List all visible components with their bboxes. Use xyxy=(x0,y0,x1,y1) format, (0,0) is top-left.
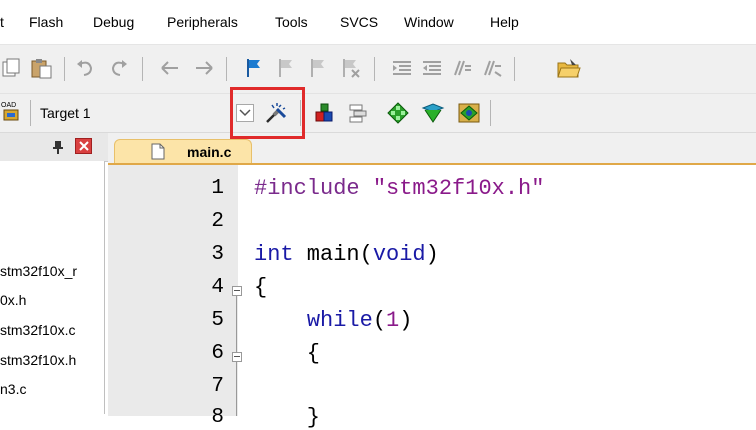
toolbar-separator xyxy=(374,57,375,81)
file-icon xyxy=(151,143,165,165)
software-packs-icon[interactable] xyxy=(456,101,482,125)
build-toolbar: OAD Target 1 xyxy=(0,94,756,133)
line-number: 6 xyxy=(211,342,224,365)
line-number-gutter: 1 2 3 4 5 6 7 8 xyxy=(108,165,238,429)
line-number: 2 xyxy=(211,210,224,233)
indent-icon[interactable] xyxy=(390,57,414,79)
code-line: int main(void) xyxy=(254,242,439,267)
code-line: #include "stm32f10x.h" xyxy=(254,176,544,201)
menu-window[interactable]: Window xyxy=(404,14,454,30)
code-line: } xyxy=(254,405,320,430)
fold-line xyxy=(236,296,237,352)
bookmark-prev-icon[interactable] xyxy=(274,57,298,79)
code-line: { xyxy=(254,341,320,366)
svg-text:OAD: OAD xyxy=(1,102,16,109)
menu-flash[interactable]: Flash xyxy=(29,14,63,30)
redo-icon[interactable] xyxy=(106,57,130,79)
annotation-highlight-box xyxy=(230,87,305,139)
unindent-icon[interactable] xyxy=(420,57,444,79)
number-token: 1 xyxy=(386,308,400,333)
manage-run-time-environment-icon[interactable] xyxy=(386,101,410,125)
line-number: 7 xyxy=(211,375,224,398)
bookmark-clear-icon[interactable] xyxy=(338,57,362,79)
paste-icon[interactable] xyxy=(28,57,54,79)
preprocessor-token: #include xyxy=(254,176,373,201)
manage-project-items-icon[interactable] xyxy=(312,101,336,125)
toolbar-separator xyxy=(514,57,515,81)
fold-line xyxy=(236,362,237,416)
tab-main-c[interactable]: main.c xyxy=(114,139,252,164)
keyword-token: int xyxy=(254,242,294,267)
project-panel-header xyxy=(0,133,108,162)
code-text: main( xyxy=(293,242,373,267)
tree-item-file[interactable]: 0x.h xyxy=(0,292,26,308)
code-editor[interactable]: 1 2 3 4 5 6 7 8 #include "stm32f10x.h" i… xyxy=(108,163,756,430)
menu-bar: t Flash Debug Peripherals Tools SVCS Win… xyxy=(0,0,756,45)
fold-toggle[interactable] xyxy=(232,352,242,362)
nav-forward-icon[interactable] xyxy=(192,57,216,79)
code-text: ) xyxy=(399,308,413,333)
toolbar-separator xyxy=(490,100,491,126)
pin-icon[interactable] xyxy=(51,139,65,155)
menu-help[interactable]: Help xyxy=(490,14,519,30)
line-number: 5 xyxy=(211,309,224,332)
download-icon[interactable]: OAD xyxy=(0,98,22,124)
menu-debug[interactable]: Debug xyxy=(93,14,134,30)
select-packs-icon[interactable] xyxy=(346,101,370,125)
open-folder-icon[interactable] xyxy=(556,57,582,79)
string-token: "stm32f10x.h" xyxy=(372,176,545,201)
code-text: } xyxy=(254,405,321,430)
tab-label: main.c xyxy=(187,144,232,160)
copy-icon[interactable] xyxy=(0,57,22,79)
project-tree-panel: stm32f10x_r 0x.h stm32f10x.c stm32f10x.h… xyxy=(0,161,105,414)
code-line: while(1) xyxy=(254,308,413,333)
line-number: 3 xyxy=(211,243,224,266)
code-line: { xyxy=(254,275,267,300)
edit-toolbar xyxy=(0,45,756,94)
menu-tools[interactable]: Tools xyxy=(275,14,308,30)
code-text: { xyxy=(254,275,268,300)
line-number: 4 xyxy=(211,276,224,299)
menu-svcs[interactable]: SVCS xyxy=(340,14,378,30)
menu-project[interactable]: t xyxy=(0,14,4,30)
close-icon[interactable] xyxy=(75,138,92,154)
editor-tab-strip: main.c xyxy=(108,133,756,164)
code-text: ) xyxy=(425,242,439,267)
toolbar-separator xyxy=(226,57,227,81)
tree-item-file[interactable]: stm32f10x_r xyxy=(0,263,77,279)
toolbar-separator xyxy=(64,57,65,81)
comment-icon[interactable] xyxy=(450,57,474,79)
uncomment-icon[interactable] xyxy=(480,57,504,79)
target-label[interactable]: Target 1 xyxy=(40,105,91,121)
code-text: { xyxy=(254,341,321,366)
tree-item-file[interactable]: n3.c xyxy=(0,381,26,397)
line-number: 1 xyxy=(211,177,224,200)
undo-icon[interactable] xyxy=(74,57,98,79)
keyword-token: while xyxy=(306,308,373,333)
bookmark-insert-icon[interactable] xyxy=(242,57,266,79)
toolbar-separator xyxy=(30,100,31,126)
keyword-token: void xyxy=(372,242,426,267)
pack-installer-icon[interactable] xyxy=(420,101,446,125)
code-text: ( xyxy=(372,308,387,333)
fold-toggle[interactable] xyxy=(232,286,242,296)
tree-item-file[interactable]: stm32f10x.h xyxy=(0,352,76,368)
line-number: 8 xyxy=(211,406,224,429)
menu-peripherals[interactable]: Peripherals xyxy=(167,14,238,30)
toolbar-separator xyxy=(142,57,143,81)
bookmark-next-icon[interactable] xyxy=(306,57,330,79)
tree-item-file[interactable]: stm32f10x.c xyxy=(0,322,75,338)
nav-back-icon[interactable] xyxy=(158,57,182,79)
